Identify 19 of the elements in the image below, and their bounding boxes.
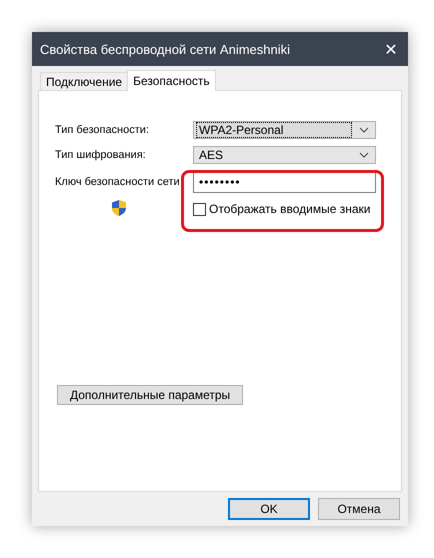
tab[interactable]: Подключение [40,72,128,90]
password-field[interactable]: •••••••• [193,171,376,193]
close-button[interactable]: ✕ [374,32,408,66]
dropdown[interactable]: AES [193,146,376,164]
tab[interactable]: Безопасность [127,70,216,91]
dialog-button[interactable]: OK [228,498,310,520]
dropdown-value: WPA2-Personal [196,122,352,138]
advanced-settings-button[interactable]: Дополнительные параметры [57,385,244,405]
checkbox[interactable] [193,202,206,216]
chevron-icon [359,152,369,158]
dropdown-value: AES [198,147,224,163]
field-label: Ключ безопасности сети [55,176,181,188]
field-label: Тип шифрования: [55,149,147,161]
dropdown[interactable]: WPA2-Personal [193,121,376,139]
dialog-button[interactable]: Отмена [318,498,400,520]
shield-icon [112,200,126,216]
field-label: Тип безопасности: [55,124,150,136]
chevron-icon [359,127,369,133]
window-title: Свойства беспроводной сети Animeshniki [40,42,290,56]
